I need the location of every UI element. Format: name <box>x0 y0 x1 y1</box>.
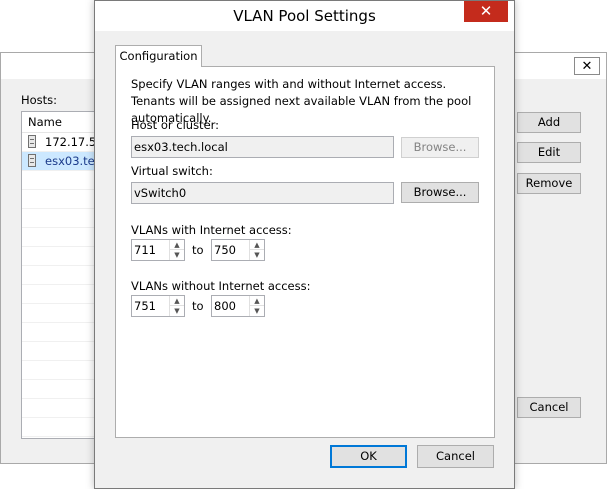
edit-button[interactable]: Edit <box>517 142 581 163</box>
vswitch-browse-button[interactable]: Browse... <box>401 182 479 203</box>
spin-up-icon[interactable]: ▲ <box>250 240 264 250</box>
stepper-value: 750 <box>214 243 236 257</box>
close-icon[interactable]: ✕ <box>464 1 508 22</box>
vswitch-field[interactable]: vSwitch0 <box>131 182 394 204</box>
background-close-button[interactable]: ✕ <box>574 57 600 75</box>
spin-down-icon[interactable]: ▼ <box>170 250 184 260</box>
spin-down-icon[interactable]: ▼ <box>170 306 184 316</box>
to-label: to <box>192 299 204 313</box>
host-browse-button[interactable]: Browse... <box>401 137 479 158</box>
vlan-with-from-stepper[interactable]: 711 ▲ ▼ <box>131 239 185 261</box>
spin-down-icon[interactable]: ▼ <box>250 250 264 260</box>
stepper-value: 800 <box>214 299 236 313</box>
dialog-title: VLAN Pool Settings <box>233 7 376 25</box>
vlan-pool-settings-dialog: VLAN Pool Settings ✕ Configuration Speci… <box>94 0 515 489</box>
stepper-value: 711 <box>134 243 156 257</box>
to-label: to <box>192 243 204 257</box>
stepper-arrows[interactable]: ▲ ▼ <box>169 296 184 316</box>
stepper-value: 751 <box>134 299 156 313</box>
dialog-titlebar: VLAN Pool Settings ✕ <box>95 1 514 31</box>
ok-button[interactable]: OK <box>330 445 407 468</box>
spin-down-icon[interactable]: ▼ <box>250 306 264 316</box>
vlan-with-to-stepper[interactable]: 750 ▲ ▼ <box>211 239 265 261</box>
spin-up-icon[interactable]: ▲ <box>170 240 184 250</box>
vlan-without-to-stepper[interactable]: 800 ▲ ▼ <box>211 295 265 317</box>
spin-up-icon[interactable]: ▲ <box>250 296 264 306</box>
remove-button[interactable]: Remove <box>517 173 581 194</box>
background-cancel-button[interactable]: Cancel <box>517 397 581 418</box>
tab-configuration[interactable]: Configuration <box>115 45 202 67</box>
host-field[interactable]: esx03.tech.local <box>131 136 394 158</box>
vlan-without-label: VLANs without Internet access: <box>131 279 311 293</box>
vswitch-label: Virtual switch: <box>131 164 213 178</box>
stepper-arrows[interactable]: ▲ ▼ <box>169 240 184 260</box>
spin-up-icon[interactable]: ▲ <box>170 296 184 306</box>
server-icon <box>28 154 36 167</box>
stepper-arrows[interactable]: ▲ ▼ <box>249 240 264 260</box>
add-button[interactable]: Add <box>517 112 581 133</box>
configuration-panel: Specify VLAN ranges with and without Int… <box>115 66 495 438</box>
hosts-label: Hosts: <box>21 93 58 107</box>
cancel-button[interactable]: Cancel <box>417 445 494 468</box>
vlan-with-label: VLANs with Internet access: <box>131 223 292 237</box>
vlan-without-from-stepper[interactable]: 751 ▲ ▼ <box>131 295 185 317</box>
stepper-arrows[interactable]: ▲ ▼ <box>249 296 264 316</box>
host-label: Host or cluster: <box>131 118 220 132</box>
server-icon <box>28 135 36 148</box>
